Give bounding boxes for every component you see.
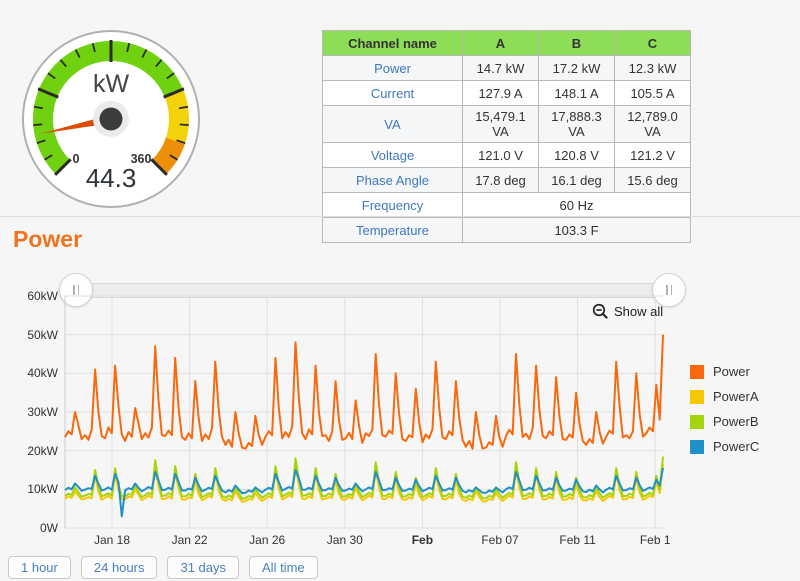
cell-value: 105.5 A xyxy=(615,81,691,106)
time-range-button-1-hour[interactable]: 1 hour xyxy=(8,556,71,579)
y-axis-label: 60kW xyxy=(0,289,58,303)
show-all-label: Show all xyxy=(614,304,663,319)
cell-value: 12.3 kW xyxy=(615,56,691,81)
table-row-va: VA15,479.1 VA17,888.3 VA12,789.0 VA xyxy=(323,106,691,143)
table-row-frequency: Frequency60 Hz xyxy=(323,193,691,218)
chart-legend: Power PowerA PowerB PowerC xyxy=(690,364,759,464)
gauge-tick xyxy=(33,124,42,125)
x-axis-label: Feb 07 xyxy=(481,533,518,547)
legend-label: Power xyxy=(713,364,750,379)
channel-table-header: Channel nameABC xyxy=(323,31,691,56)
channel-link-va[interactable]: VA xyxy=(323,106,463,143)
time-range-button-24-hours[interactable]: 24 hours xyxy=(81,556,158,579)
gauge-value: 44.3 xyxy=(86,163,137,193)
x-axis-label: Jan 26 xyxy=(249,533,285,547)
channel-link-current[interactable]: Current xyxy=(323,81,463,106)
cell-value: 60 Hz xyxy=(463,193,691,218)
cell-value: 127.9 A xyxy=(463,81,539,106)
legend-label: PowerC xyxy=(713,439,759,454)
cell-value: 15.6 deg xyxy=(615,168,691,193)
x-axis-label: Jan 30 xyxy=(327,533,363,547)
cell-value: 15,479.1 VA xyxy=(463,106,539,143)
cell-value: 12,789.0 VA xyxy=(615,106,691,143)
x-axis-label: Feb xyxy=(412,533,433,547)
cell-value: 14.7 kW xyxy=(463,56,539,81)
y-axis-label: 10kW xyxy=(0,482,58,496)
zoom-out-icon xyxy=(592,303,609,320)
column-header-channel-name: Channel name xyxy=(323,31,463,56)
show-all-button[interactable]: Show all xyxy=(592,303,663,320)
legend-swatch xyxy=(690,440,704,454)
table-row-power: Power14.7 kW17.2 kW12.3 kW xyxy=(323,56,691,81)
legend-swatch xyxy=(690,415,704,429)
channel-link-phase-angle[interactable]: Phase Angle xyxy=(323,168,463,193)
legend-item-powera[interactable]: PowerA xyxy=(690,389,759,404)
kw-gauge: kW 0 360 44.3 xyxy=(20,28,204,212)
channel-link-power[interactable]: Power xyxy=(323,56,463,81)
channel-link-frequency[interactable]: Frequency xyxy=(323,193,463,218)
cell-value: 17.8 deg xyxy=(463,168,539,193)
channel-link-voltage[interactable]: Voltage xyxy=(323,143,463,168)
cell-value: 16.1 deg xyxy=(539,168,615,193)
x-axis-label: Jan 18 xyxy=(94,533,130,547)
gauge-hub xyxy=(100,108,123,131)
gauge-tick xyxy=(180,124,189,125)
legend-item-power[interactable]: Power xyxy=(690,364,759,379)
y-axis-label: 20kW xyxy=(0,444,58,458)
cell-value: 17.2 kW xyxy=(539,56,615,81)
y-axis-label: 40kW xyxy=(0,366,58,380)
time-range-button-all-time[interactable]: All time xyxy=(249,556,318,579)
table-row-phase-angle: Phase Angle17.8 deg16.1 deg15.6 deg xyxy=(323,168,691,193)
cell-value: 120.8 V xyxy=(539,143,615,168)
cell-value: 148.1 A xyxy=(539,81,615,106)
series-line-power xyxy=(65,335,663,449)
power-dashboard: kW 0 360 44.3 Channel nameABC Power14.7 … xyxy=(0,0,800,581)
legend-swatch xyxy=(690,365,704,379)
legend-label: PowerA xyxy=(713,389,759,404)
cell-value: 103.3 F xyxy=(463,218,691,243)
cell-value: 17,888.3 VA xyxy=(539,106,615,143)
time-range-button-31-days[interactable]: 31 days xyxy=(167,556,239,579)
gauge-min-label: 0 xyxy=(73,152,80,166)
x-axis-label: Feb 11 xyxy=(559,533,595,547)
section-divider xyxy=(0,216,800,217)
column-header-a: A xyxy=(463,31,539,56)
column-header-c: C xyxy=(615,31,691,56)
cell-value: 121.2 V xyxy=(615,143,691,168)
y-axis-label: 50kW xyxy=(0,328,58,342)
table-row-current: Current127.9 A148.1 A105.5 A xyxy=(323,81,691,106)
legend-label: PowerB xyxy=(713,414,759,429)
cell-value: 121.0 V xyxy=(463,143,539,168)
gauge-unit-label: kW xyxy=(93,70,130,98)
legend-item-powerc[interactable]: PowerC xyxy=(690,439,759,454)
column-header-b: B xyxy=(539,31,615,56)
legend-item-powerb[interactable]: PowerB xyxy=(690,414,759,429)
channel-table: Channel nameABC Power14.7 kW17.2 kW12.3 … xyxy=(322,30,691,243)
y-axis-label: 0W xyxy=(0,521,58,535)
table-row-temperature: Temperature103.3 F xyxy=(323,218,691,243)
legend-swatch xyxy=(690,390,704,404)
time-range-buttons: 1 hour 24 hours 31 days All time xyxy=(8,556,318,579)
table-row-voltage: Voltage121.0 V120.8 V121.2 V xyxy=(323,143,691,168)
channel-link-temperature[interactable]: Temperature xyxy=(323,218,463,243)
x-axis-label: Jan 22 xyxy=(172,533,208,547)
chart-section-title: Power xyxy=(13,226,82,253)
y-axis-label: 30kW xyxy=(0,405,58,419)
power-chart-plot[interactable] xyxy=(65,296,663,528)
x-axis-label: Feb 1 xyxy=(640,533,671,547)
